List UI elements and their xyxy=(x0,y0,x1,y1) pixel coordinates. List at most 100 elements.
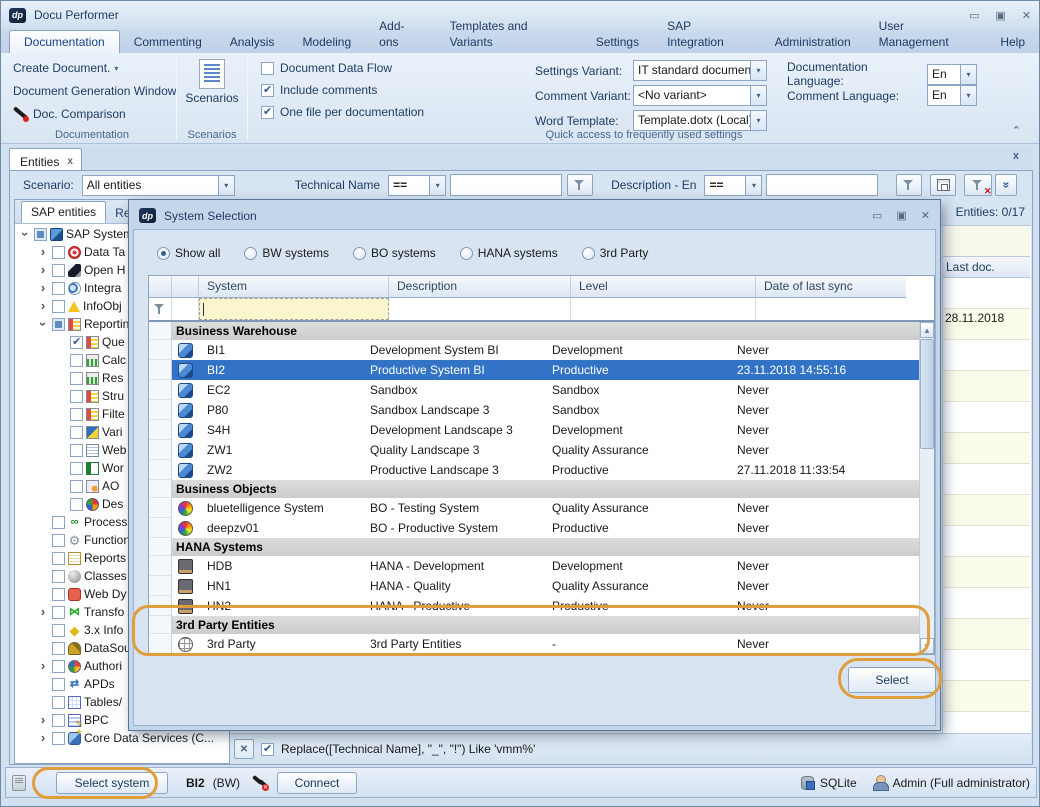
row-content[interactable]: HN2HANA - ProductiveProductiveNever xyxy=(172,596,921,616)
description-filter-button[interactable] xyxy=(896,174,922,196)
tree-expander-icon[interactable]: › xyxy=(37,301,49,311)
radio-bo-systems[interactable]: BO systems xyxy=(353,246,436,260)
checkbox-one-file-per-documentation[interactable]: One file per documentation xyxy=(261,105,424,119)
tree-item-checkbox[interactable] xyxy=(52,516,65,529)
ribbon-tab-analysis[interactable]: Analysis xyxy=(216,31,289,53)
ribbon-tab-documentation[interactable]: Documentation xyxy=(9,30,120,53)
technical-name-filter-button[interactable] xyxy=(567,174,593,196)
tree-expander-icon[interactable]: › xyxy=(38,318,48,330)
system-row-zw1[interactable]: ZW1Quality Landscape 3Quality AssuranceN… xyxy=(149,440,921,460)
scenarios-button[interactable]: Scenarios xyxy=(178,59,246,105)
row-content[interactable]: ZW2Productive Landscape 3Productive27.11… xyxy=(172,460,921,480)
tree-item-checkbox[interactable] xyxy=(70,498,83,511)
system-filter-input[interactable] xyxy=(199,298,389,320)
tree-expander-icon[interactable]: › xyxy=(37,661,49,671)
system-row-p80[interactable]: P80Sandbox Landscape 3SandboxNever xyxy=(149,400,921,420)
system-row-bi1[interactable]: BI1Development System BIDevelopmentNever xyxy=(149,340,921,360)
technical-name-operator-select[interactable]: ==▾ xyxy=(388,175,446,196)
one-file-per-documentation-checkbox[interactable] xyxy=(261,106,274,119)
tree-expander-icon[interactable]: › xyxy=(37,247,49,257)
radio-button-icon[interactable] xyxy=(460,247,473,260)
tree-item-checkbox[interactable] xyxy=(70,372,83,385)
description-operator-select[interactable]: ==▾ xyxy=(704,175,762,196)
last-doc-row[interactable] xyxy=(943,340,1030,371)
layout-button[interactable] xyxy=(930,174,956,196)
doc-comparison-button[interactable]: Doc. Comparison xyxy=(13,107,126,121)
tree-item-checkbox[interactable] xyxy=(52,318,65,331)
filter-expression-close-button[interactable]: ✕ xyxy=(234,739,254,759)
last-doc-row[interactable] xyxy=(943,495,1030,526)
ribbon-tab-commenting[interactable]: Commenting xyxy=(120,31,216,53)
panel-close-icon[interactable]: x xyxy=(1013,150,1019,162)
checkbox-document-data-flow[interactable]: Document Data Flow xyxy=(261,61,392,75)
tree-item-checkbox[interactable] xyxy=(34,228,47,241)
tree-item-checkbox[interactable] xyxy=(52,552,65,565)
tree-expander-icon[interactable]: › xyxy=(37,283,49,293)
tree-item-checkbox[interactable] xyxy=(70,408,83,421)
row-content[interactable]: P80Sandbox Landscape 3SandboxNever xyxy=(172,400,921,420)
tree-item-checkbox[interactable] xyxy=(70,444,83,457)
system-row-bluetelligence-system[interactable]: bluetelligence SystemBO - Testing System… xyxy=(149,498,921,518)
radio-button-icon[interactable] xyxy=(353,247,366,260)
collapse-ribbon-icon[interactable]: ⌃ xyxy=(1012,124,1021,137)
radio-bw-systems[interactable]: BW systems xyxy=(244,246,329,260)
dropdown-icon[interactable]: ▾ xyxy=(960,86,976,105)
tree-expander-icon[interactable]: › xyxy=(37,265,49,275)
ribbon-tab-settings[interactable]: Settings xyxy=(582,31,653,53)
last-doc-row[interactable] xyxy=(943,619,1030,650)
level-filter-input[interactable] xyxy=(571,298,756,320)
column-header-description[interactable]: Description xyxy=(389,276,571,298)
description-input[interactable] xyxy=(766,174,878,196)
system-row-bi2[interactable]: BI2Productive System BIProductive23.11.2… xyxy=(149,360,921,380)
row-content[interactable]: deepzv01BO - Productive SystemProductive… xyxy=(172,518,921,538)
date-filter-input[interactable] xyxy=(756,298,906,320)
technical-name-input[interactable] xyxy=(450,174,562,196)
system-row-s4h[interactable]: S4HDevelopment Landscape 3DevelopmentNev… xyxy=(149,420,921,440)
tree-item-checkbox[interactable] xyxy=(52,714,65,727)
system-row-hdb[interactable]: HDBHANA - DevelopmentDevelopmentNever xyxy=(149,556,921,576)
tree-item-checkbox[interactable] xyxy=(52,732,65,745)
comment-language-select[interactable]: En▾ xyxy=(927,85,977,106)
system-row-deepzv01[interactable]: deepzv01BO - Productive SystemProductive… xyxy=(149,518,921,538)
row-filter-icon[interactable] xyxy=(154,303,166,315)
tree-item-checkbox[interactable] xyxy=(52,264,65,277)
tree-item-checkbox[interactable] xyxy=(70,462,83,475)
tree-item-checkbox[interactable] xyxy=(70,390,83,403)
tree-item-checkbox[interactable] xyxy=(52,570,65,583)
settings-variant-select[interactable]: IT standard documen...▾ xyxy=(633,60,767,81)
tree-item-checkbox[interactable] xyxy=(52,678,65,691)
ribbon-tab-help[interactable]: Help xyxy=(986,31,1039,53)
tree-item-checkbox[interactable] xyxy=(52,588,65,601)
tree-item-core-data-services-c[interactable]: ›Core Data Services (C... xyxy=(15,729,229,747)
radio-button-icon[interactable] xyxy=(244,247,257,260)
row-content[interactable]: BI1Development System BIDevelopmentNever xyxy=(172,340,921,360)
radio-button-icon[interactable] xyxy=(582,247,595,260)
tree-item-checkbox[interactable] xyxy=(52,624,65,637)
tab-close-icon[interactable]: x xyxy=(67,156,73,167)
tree-expander-icon[interactable]: › xyxy=(20,228,30,240)
radio-button-icon[interactable] xyxy=(157,247,170,260)
close-icon[interactable]: ✕ xyxy=(1022,9,1031,22)
row-content[interactable]: S4HDevelopment Landscape 3DevelopmentNev… xyxy=(172,420,921,440)
dropdown-icon[interactable]: ▾ xyxy=(750,61,766,80)
row-content[interactable]: bluetelligence SystemBO - Testing System… xyxy=(172,498,921,518)
dropdown-icon[interactable]: ▾ xyxy=(745,176,761,195)
tab-entities[interactable]: Entities x xyxy=(9,148,82,171)
last-doc-row[interactable] xyxy=(943,650,1030,681)
tree-item-checkbox[interactable] xyxy=(70,426,83,439)
select-system-button[interactable]: Select system xyxy=(56,772,168,794)
row-content[interactable]: ZW1Quality Landscape 3Quality AssuranceN… xyxy=(172,440,921,460)
checkbox-include-comments[interactable]: Include comments xyxy=(261,83,377,97)
row-content[interactable]: HDBHANA - DevelopmentDevelopmentNever xyxy=(172,556,921,576)
scrollbar-thumb[interactable] xyxy=(920,339,934,449)
tree-expander-icon[interactable]: › xyxy=(37,733,49,743)
system-row-ec2[interactable]: EC2SandboxSandboxNever xyxy=(149,380,921,400)
row-content[interactable]: EC2SandboxSandboxNever xyxy=(172,380,921,400)
dialog-restore-icon[interactable]: ▣ xyxy=(896,209,906,222)
expand-filters-button[interactable]: » xyxy=(995,174,1017,196)
word-template-select[interactable]: Template.dotx (Local)▾ xyxy=(633,110,767,131)
dropdown-icon[interactable]: ▾ xyxy=(960,65,976,84)
ribbon-tab-user-management[interactable]: User Management xyxy=(865,15,987,53)
system-row-3rd-party[interactable]: 3rd Party3rd Party Entities-Never xyxy=(149,634,921,654)
filter-expression-checkbox[interactable] xyxy=(261,743,274,756)
